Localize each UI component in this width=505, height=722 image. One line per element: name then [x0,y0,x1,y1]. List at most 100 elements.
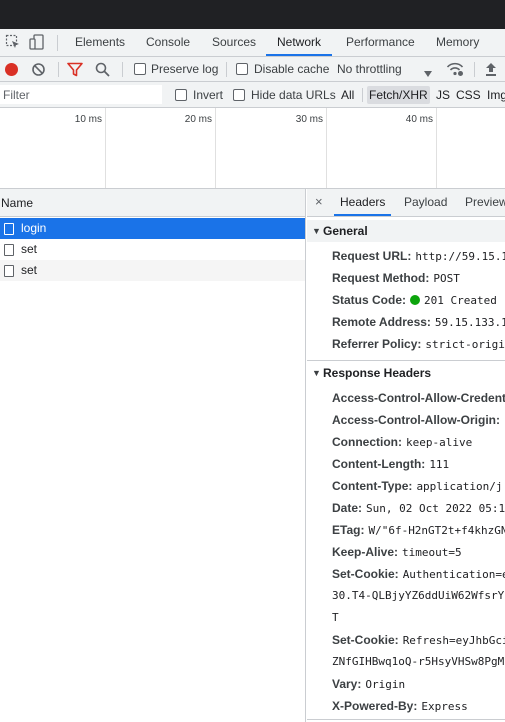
type-filter-fetch-xhr[interactable]: Fetch/XHR [367,86,430,104]
request-row[interactable]: set [0,239,305,260]
timeline-tick-label: 20 ms [184,114,212,125]
header-value: Refresh=eyJhbGci [402,634,505,647]
timeline-gridline [215,108,216,188]
tab-payload[interactable]: Payload [404,189,447,216]
header-key: Referrer Policy: [332,337,422,351]
header-value: 201 Created [424,294,497,307]
network-conditions-icon[interactable] [446,61,464,80]
header-value: POST [433,272,460,285]
type-filter-js[interactable]: JS [434,86,452,104]
search-icon[interactable] [95,62,110,80]
header-key: Content-Type: [332,479,413,493]
filter-icon[interactable] [67,62,83,80]
file-icon [4,265,14,277]
tab-elements[interactable]: Elements [75,29,125,56]
request-list: Name login set set [0,189,306,722]
header-key: Set-Cookie: [332,633,399,647]
file-icon [4,244,14,256]
header-value-continuation: 30.T4-QLBjyYZ6ddUiW62WfsrY [332,589,505,602]
type-filter-img[interactable]: Img [485,86,505,104]
header-key: Set-Cookie: [332,567,399,581]
header-key: Content-Length: [332,457,426,471]
response-headers-section-header[interactable]: ▼ Response Headers [307,362,505,384]
header-key: Remote Address: [332,315,431,329]
timeline-gridline [326,108,327,188]
throttle-dropdown-icon[interactable] [424,66,432,80]
section-divider [307,719,505,720]
request-details-pane: × Headers Payload Preview ▼ General Requ… [307,189,505,722]
tab-headers[interactable]: Headers [334,189,392,216]
disable-cache-checkbox[interactable] [236,63,248,75]
window-titlebar [0,0,505,29]
header-value: Sun, 02 Oct 2022 05:1 [366,502,505,515]
header-key: Vary: [332,677,362,691]
header-row-request-method: Request Method: POST [332,267,460,289]
close-icon[interactable]: × [315,194,323,209]
clear-icon[interactable] [31,62,46,80]
request-row[interactable]: set [0,260,305,281]
timeline-tick-label: 10 ms [74,114,102,125]
header-row-remote-address: Remote Address: 59.15.133.1 [332,311,505,333]
filter-input[interactable] [0,85,162,104]
header-row-date: Date: Sun, 02 Oct 2022 05:1 [332,497,505,519]
header-row-acac: Access-Control-Allow-Credenti [332,387,505,409]
header-value: http://59.15.1 [415,250,505,263]
timeline-gridline [105,108,106,188]
tab-network[interactable]: Network [266,29,333,56]
type-filter-all[interactable]: All [339,86,356,104]
tab-preview[interactable]: Preview [465,189,505,216]
timeline-gridline [436,108,437,188]
header-value: Authentication=e [402,568,505,581]
header-value: keep-alive [406,436,473,449]
inspect-icon[interactable] [5,34,21,53]
hide-data-urls-label: Hide data URLs [251,88,336,102]
header-value: 111 [429,458,450,471]
toolbar-divider [474,62,475,77]
type-filter-css[interactable]: CSS [454,86,483,104]
header-row-request-url: Request URL: http://59.15.1 [332,245,505,267]
toolbar-divider [122,62,123,77]
throttling-select[interactable]: No throttling [337,57,402,81]
request-row[interactable]: login [0,218,305,239]
request-name: set [21,263,38,277]
toolbar-divider [226,62,227,77]
file-icon [4,223,14,235]
header-key: Request URL: [332,249,412,263]
header-value: Express [421,700,468,713]
timeline-tick-label: 30 ms [295,114,323,125]
general-section-header[interactable]: ▼ General [307,220,505,242]
hide-data-urls-checkbox[interactable] [233,89,245,101]
record-icon[interactable] [4,62,19,80]
header-row-content-type: Content-Type: application/j [332,475,503,497]
devtools-main-tabbar: Elements Console Sources Network Perform… [0,29,505,57]
header-key: Access-Control-Allow-Origin: [332,413,501,427]
invert-checkbox[interactable] [175,89,187,101]
tab-performance[interactable]: Performance [346,29,415,56]
status-ok-icon [410,295,421,305]
tab-sources[interactable]: Sources [212,29,256,56]
header-row-keep-alive: Keep-Alive: timeout=5 [332,541,462,563]
header-key: X-Powered-By: [332,699,418,713]
preserve-log-checkbox[interactable] [134,63,146,75]
header-value: W/"6f-H2nGT2t+f4khzGN [368,524,505,537]
response-headers-section-title: Response Headers [323,366,432,380]
device-toggle-icon[interactable] [29,34,45,53]
header-row-etag: ETag: W/"6f-H2nGT2t+f4khzGN [332,519,505,541]
request-name: login [21,221,47,235]
network-toolbar: Preserve log Disable cache No throttling [0,57,505,82]
request-name: set [21,242,38,256]
upload-icon[interactable] [484,62,498,80]
network-overview-timeline[interactable]: 10 ms 20 ms 30 ms 40 ms [0,108,505,189]
header-key: Keep-Alive: [332,545,399,559]
timeline-tick-label: 40 ms [405,114,433,125]
header-value: Origin [365,678,406,691]
header-row-set-cookie: Set-Cookie: Refresh=eyJhbGci [332,629,505,651]
header-row-set-cookie: Set-Cookie: Authentication=e [332,563,505,585]
tab-console[interactable]: Console [146,29,190,56]
tab-memory[interactable]: Memory [436,29,479,56]
toolbar-divider [362,88,363,102]
details-tabbar: × Headers Payload Preview [307,189,505,217]
header-value-continuation: ZNfGIHBwq1oQ-r5HsyVHSw8PgM [332,655,505,668]
header-value: strict-origin [425,338,505,351]
column-header-name[interactable]: Name [0,189,305,217]
